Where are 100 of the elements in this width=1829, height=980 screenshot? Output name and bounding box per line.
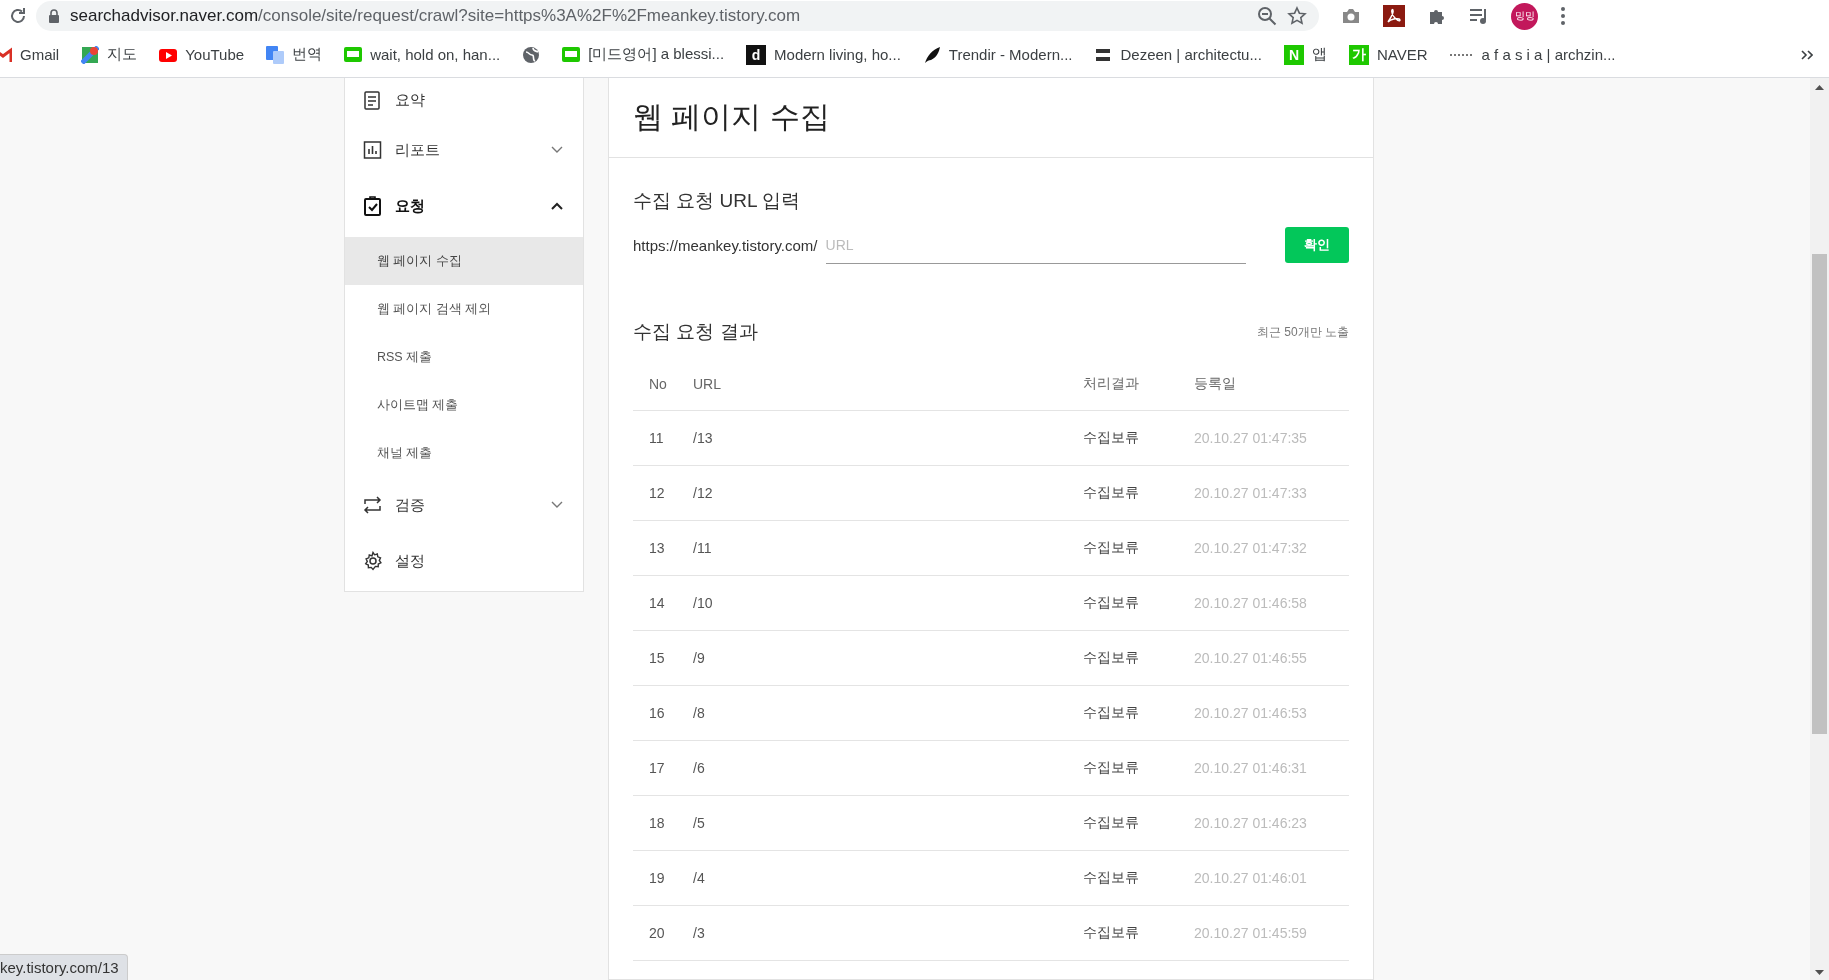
table-cell: 수집보류 bbox=[1083, 905, 1194, 961]
column-header: No bbox=[633, 358, 693, 411]
table-cell: 20.10.27 01:47:33 bbox=[1194, 465, 1349, 521]
nav-subitem[interactable]: 웹 페이지 검색 제외 bbox=[345, 285, 583, 333]
bookmark-link[interactable]: a f a s i a | archzin... bbox=[1449, 46, 1616, 63]
table-cell: /12 bbox=[693, 465, 1083, 521]
table-cell: 17 bbox=[633, 740, 693, 796]
lock-icon bbox=[48, 9, 60, 23]
table-cell: 20.10.27 01:47:35 bbox=[1194, 410, 1349, 466]
table-cell: 20.10.27 01:46:31 bbox=[1194, 740, 1349, 796]
section-heading: 수집 요청 결과 bbox=[633, 320, 758, 344]
nav-item[interactable]: 리포트 bbox=[345, 122, 583, 178]
nav-item[interactable]: 요약 bbox=[345, 78, 583, 122]
bookmark-icon: N bbox=[1283, 44, 1304, 65]
column-header: 처리결과 bbox=[1083, 358, 1194, 411]
table-cell: 20.10.27 01:46:58 bbox=[1194, 575, 1349, 631]
table-cell: /5 bbox=[693, 795, 1083, 851]
menu-icon[interactable] bbox=[1560, 6, 1566, 26]
globe-icon[interactable] bbox=[522, 45, 541, 64]
bookmark-link[interactable]: Gmail bbox=[0, 45, 60, 64]
bookmark-link[interactable]: 번역 bbox=[266, 45, 323, 64]
dots-icon bbox=[1449, 52, 1474, 57]
table-cell: 19 bbox=[633, 850, 693, 906]
bookmark-link[interactable]: Trendir - Modern... bbox=[922, 45, 1073, 64]
table-cell: 20 bbox=[633, 905, 693, 961]
table-cell: 수집보류 bbox=[1083, 520, 1194, 576]
translate-icon bbox=[266, 45, 285, 64]
bar-chart-icon bbox=[363, 140, 383, 160]
table-cell: 수집보류 bbox=[1083, 795, 1194, 851]
table-cell: 수집보류 bbox=[1083, 850, 1194, 906]
bookmark-link[interactable]: 가 NAVER bbox=[1348, 44, 1428, 65]
nav-subitem[interactable]: 사이트맵 제출 bbox=[345, 381, 583, 429]
table-cell: /9 bbox=[693, 630, 1083, 686]
nav-item[interactable]: 요청 bbox=[345, 178, 583, 234]
link-preview: key.tistory.com/13 bbox=[0, 954, 128, 980]
bookmark-link[interactable]: [미드영어] a blessi... bbox=[562, 45, 725, 64]
table-cell: /6 bbox=[693, 740, 1083, 796]
table-cell: 20.10.27 01:47:32 bbox=[1194, 520, 1349, 576]
table-cell: 수집보류 bbox=[1083, 685, 1194, 741]
table-cell: 15 bbox=[633, 630, 693, 686]
table-cell: 13 bbox=[633, 520, 693, 576]
star-icon[interactable] bbox=[1287, 6, 1307, 26]
results-note: 최근 50개만 노출 bbox=[1257, 323, 1349, 341]
chevron-down-icon[interactable] bbox=[551, 501, 563, 509]
table-cell: 20.10.27 01:46:01 bbox=[1194, 850, 1349, 906]
camera-icon[interactable] bbox=[1341, 7, 1361, 25]
table-cell: 12 bbox=[633, 465, 693, 521]
table-cell: 20.10.27 01:46:55 bbox=[1194, 630, 1349, 686]
scrollbar-thumb[interactable] bbox=[1812, 254, 1827, 734]
bookmark-link[interactable]: d Modern living, ho... bbox=[746, 44, 901, 65]
nav-item[interactable]: 검증 bbox=[345, 477, 583, 533]
column-header: 등록일 bbox=[1194, 358, 1349, 411]
table-cell: 11 bbox=[633, 410, 693, 466]
bookmark-link[interactable]: 지도 bbox=[81, 45, 138, 64]
bookmark-icon: 가 bbox=[1348, 44, 1369, 65]
nav-item[interactable]: 설정 bbox=[345, 533, 583, 589]
table-cell: /3 bbox=[693, 905, 1083, 961]
profile-avatar[interactable]: 밍밍 bbox=[1511, 2, 1538, 30]
address-bar[interactable]: searchadvisor.naver.com/console/site/request/crawl?site=https%3A%2F%2Fmeankey.tistory.com bbox=[36, 1, 1319, 31]
url-text: searchadvisor.naver.com/console/site/request/crawl?site=https%3A%2F%2Fmeankey.tistory.com bbox=[70, 6, 801, 26]
settings-icon bbox=[363, 551, 383, 571]
table-cell: 20.10.27 01:46:23 bbox=[1194, 795, 1349, 851]
section-heading: 수집 요청 URL 입력 bbox=[633, 189, 802, 213]
page-title: 웹 페이지 수집 bbox=[633, 99, 830, 135]
table-cell: 20.10.27 01:45:59 bbox=[1194, 905, 1349, 961]
table-cell: 16 bbox=[633, 685, 693, 741]
bookmark-icon: d bbox=[746, 44, 767, 65]
table-cell: 수집보류 bbox=[1083, 575, 1194, 631]
url-prefix: https://meankey.tistory.com/ bbox=[633, 236, 818, 254]
table-cell: /11 bbox=[693, 520, 1083, 576]
reload-icon[interactable] bbox=[8, 6, 28, 26]
table-cell: 14 bbox=[633, 575, 693, 631]
table-cell: 수집보류 bbox=[1083, 740, 1194, 796]
nav-subitem[interactable]: 채널 제출 bbox=[345, 429, 583, 477]
scroll-down-arrow-icon[interactable] bbox=[1815, 970, 1824, 976]
column-header: URL bbox=[693, 358, 1083, 411]
table-cell: 18 bbox=[633, 795, 693, 851]
document-icon bbox=[363, 90, 383, 110]
url-input-field[interactable]: URL bbox=[825, 226, 1246, 264]
bookmark-link[interactable]: N 앱 bbox=[1283, 44, 1327, 65]
chevron-double-icon[interactable] bbox=[1801, 48, 1813, 61]
table-cell: 20.10.27 01:46:53 bbox=[1194, 685, 1349, 741]
table-cell: /8 bbox=[693, 685, 1083, 741]
bookmark-link[interactable]: Dezeen | architectu... bbox=[1094, 45, 1262, 64]
bookmark-link[interactable]: wait, hold on, han... bbox=[344, 45, 501, 64]
table-cell: 수집보류 bbox=[1083, 465, 1194, 521]
playlist-icon[interactable] bbox=[1469, 7, 1489, 25]
table-cell: /10 bbox=[693, 575, 1083, 631]
zoom-out-icon[interactable] bbox=[1257, 6, 1277, 26]
scroll-up-arrow-icon[interactable] bbox=[1815, 84, 1824, 90]
chevron-down-icon[interactable] bbox=[551, 146, 563, 154]
bookmark-link[interactable]: YouTube bbox=[159, 45, 245, 64]
swap-icon bbox=[363, 495, 383, 515]
table-cell: 수집보류 bbox=[1083, 410, 1194, 466]
nav-subitem[interactable]: RSS 제출 bbox=[345, 333, 583, 381]
pdf-icon[interactable] bbox=[1383, 5, 1405, 27]
nav-subitem[interactable]: 웹 페이지 수집 bbox=[345, 237, 583, 285]
table-cell: 수집보류 bbox=[1083, 630, 1194, 686]
chevron-up-icon[interactable] bbox=[551, 202, 563, 210]
table-cell: /13 bbox=[693, 410, 1083, 466]
